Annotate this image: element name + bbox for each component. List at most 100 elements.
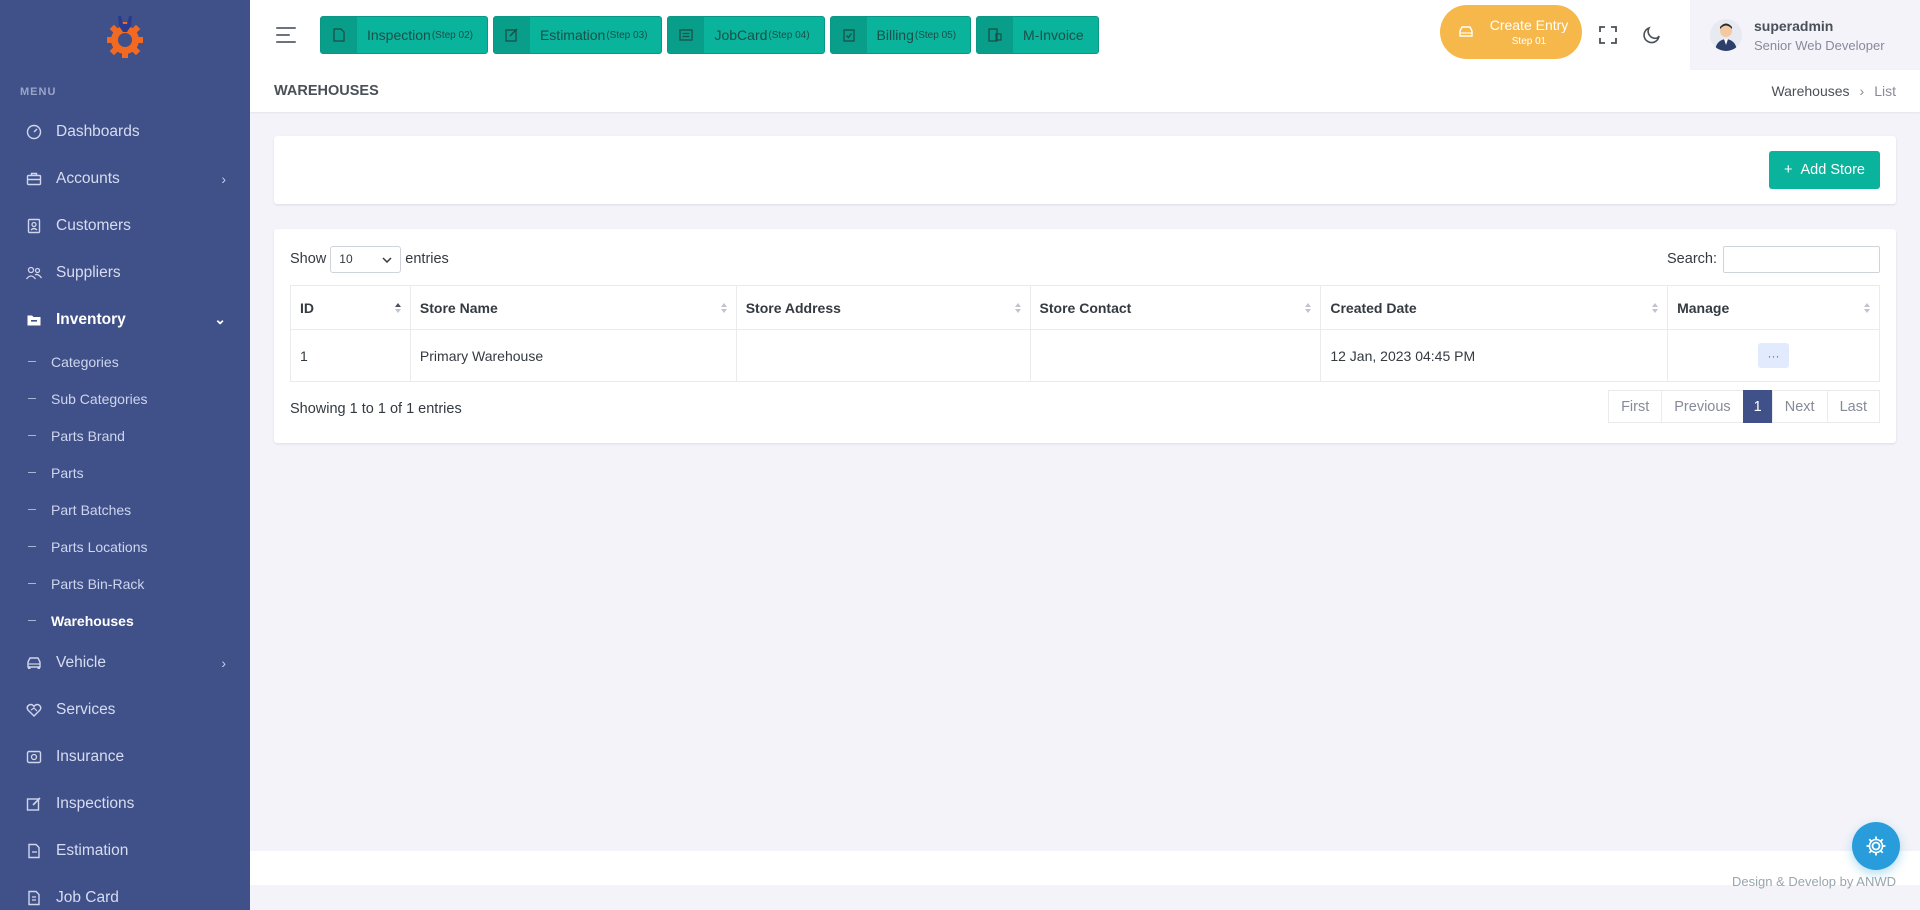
step-number: (Step 05): [914, 29, 957, 41]
column-header-created-date[interactable]: Created Date: [1320, 285, 1669, 330]
column-header-id[interactable]: ID: [290, 285, 411, 330]
table-header-row: ID Store Name Store Address Store Contac…: [290, 285, 1880, 330]
sidebar-item-label: Inventory: [56, 310, 126, 328]
sidebar-item-job-card[interactable]: Job Card: [0, 874, 250, 910]
dash-icon: [28, 546, 36, 547]
pagination-first[interactable]: First: [1608, 390, 1663, 423]
pagination-page-1[interactable]: 1: [1742, 390, 1773, 423]
pagination: First Previous 1 Next Last: [1608, 390, 1880, 423]
avatar: [1710, 19, 1742, 51]
car-icon: [24, 653, 44, 673]
step-number: (Step 04): [768, 29, 810, 41]
sidebar-sub-part-batches[interactable]: Part Batches: [0, 491, 250, 528]
cell-manage: ···: [1667, 329, 1880, 382]
step-jobcard-button[interactable]: JobCard (Step 04): [667, 16, 825, 54]
column-header-store-contact[interactable]: Store Contact: [1029, 285, 1322, 330]
column-header-store-address[interactable]: Store Address: [735, 285, 1031, 330]
sidebar-item-suppliers[interactable]: Suppliers: [0, 249, 250, 296]
sidebar-item-label: Estimation: [56, 841, 129, 859]
sort-icon: [1652, 303, 1659, 313]
workflow-steps: Inspection (Step 02) Estimation (Step 03) …: [320, 16, 1099, 54]
entries-label: entries: [405, 251, 449, 267]
step-billing-button[interactable]: Billing (Step 05): [829, 16, 972, 54]
create-entry-button[interactable]: Create Entry Step 01: [1440, 5, 1582, 59]
clipboard-check-icon: [830, 17, 867, 53]
menu-title: MENU: [20, 86, 57, 98]
show-label: Show: [290, 251, 327, 267]
sidebar-sub-parts-brand[interactable]: Parts Brand: [0, 417, 250, 454]
pagination-previous[interactable]: Previous: [1661, 390, 1744, 423]
more-dots-icon: ···: [1767, 348, 1780, 363]
logo[interactable]: [0, 0, 250, 72]
sort-icon: [720, 303, 727, 313]
pagination-last[interactable]: Last: [1826, 390, 1880, 423]
page-title: WAREHOUSES: [274, 83, 379, 99]
sidebar-item-label: Accounts: [56, 169, 120, 187]
dark-mode-moon-icon[interactable]: [1640, 23, 1664, 47]
cell-store-name: Primary Warehouse: [409, 329, 737, 382]
column-header-store-name[interactable]: Store Name: [409, 285, 737, 330]
sidebar-sub-parts-bin-rack[interactable]: Parts Bin-Rack: [0, 565, 250, 602]
entries-length-value: 10: [339, 252, 353, 266]
chevron-down-icon: ⌄: [214, 311, 226, 327]
sidebar-sub-label: Parts: [51, 464, 84, 481]
warehouses-table-card: Show 10 entries Search: ID Store Name St…: [274, 229, 1896, 443]
briefcase-icon: [24, 169, 44, 189]
sidebar-sub-label: Sub Categories: [51, 390, 148, 407]
breadcrumb: Warehouses › List: [1771, 83, 1896, 99]
breadcrumb-item-current: List: [1874, 83, 1896, 99]
add-store-label: Add Store: [1800, 162, 1866, 178]
sidebar-sub-label: Parts Brand: [51, 427, 125, 444]
user-profile-menu[interactable]: superadmin Senior Web Developer: [1690, 0, 1920, 70]
step-inspection-button[interactable]: Inspection (Step 02): [320, 16, 488, 54]
sidebar-item-dashboards[interactable]: Dashboards: [0, 108, 250, 155]
column-header-manage[interactable]: Manage: [1667, 285, 1880, 330]
folder-icon: [24, 310, 44, 330]
search-input[interactable]: [1723, 245, 1880, 273]
theme-settings-button[interactable]: [1852, 822, 1900, 870]
step-label: JobCard: [714, 27, 768, 43]
page-title-bar: WAREHOUSES Warehouses › List: [250, 70, 1920, 112]
sidebar-item-label: Vehicle: [56, 653, 106, 671]
row-actions-button[interactable]: ···: [1758, 343, 1790, 368]
plus-icon: +: [1784, 162, 1793, 178]
dash-icon: [28, 435, 36, 436]
sidebar-item-insurance[interactable]: Insurance: [0, 733, 250, 780]
sidebar-sub-sub-categories[interactable]: Sub Categories: [0, 380, 250, 417]
hamburger-menu-icon[interactable]: [276, 20, 306, 50]
add-store-button[interactable]: + Add Store: [1769, 151, 1880, 189]
sidebar: MENU Dashboards Accounts › Customers Sup…: [0, 0, 250, 910]
step-estimation-button[interactable]: Estimation (Step 03): [492, 16, 663, 54]
column-header-label: Store Contact: [1039, 299, 1132, 316]
create-entry-step: Step 01: [1511, 36, 1547, 47]
fullscreen-icon[interactable]: [1596, 23, 1620, 47]
sidebar-item-services[interactable]: Services: [0, 686, 250, 733]
sort-icon: [1864, 303, 1870, 313]
clipboard-icon: [24, 888, 44, 908]
sidebar-sub-warehouses[interactable]: Warehouses: [0, 602, 250, 639]
sidebar-item-label: Dashboards: [56, 122, 140, 140]
sidebar-sub-parts-locations[interactable]: Parts Locations: [0, 528, 250, 565]
footer: [250, 851, 1920, 885]
step-number: (Step 03): [606, 29, 648, 41]
warehouses-table: ID Store Name Store Address Store Contac…: [290, 285, 1880, 382]
dash-icon: [28, 361, 36, 362]
sidebar-sub-parts[interactable]: Parts: [0, 454, 250, 491]
breadcrumb-item-warehouses[interactable]: Warehouses: [1771, 83, 1849, 99]
step-label: Billing: [876, 27, 914, 43]
entries-length-select[interactable]: 10: [330, 245, 402, 273]
sidebar-item-inspections[interactable]: Inspections: [0, 780, 250, 827]
column-header-label: Created Date: [1330, 299, 1417, 316]
chevron-down-icon: [382, 252, 392, 266]
sidebar-item-accounts[interactable]: Accounts ›: [0, 155, 250, 202]
car-icon: [1448, 5, 1484, 59]
step-m-invoice-button[interactable]: M-Invoice: [976, 16, 1099, 54]
sidebar-item-inventory[interactable]: Inventory ⌄: [0, 296, 250, 343]
sidebar-item-estimation[interactable]: Estimation: [0, 827, 250, 874]
dash-icon: [28, 472, 36, 473]
sidebar-item-customers[interactable]: Customers: [0, 202, 250, 249]
contact-icon: [24, 216, 44, 236]
sidebar-item-vehicle[interactable]: Vehicle ›: [0, 639, 250, 686]
sidebar-sub-categories[interactable]: Categories: [0, 343, 250, 380]
pagination-next[interactable]: Next: [1771, 390, 1828, 423]
